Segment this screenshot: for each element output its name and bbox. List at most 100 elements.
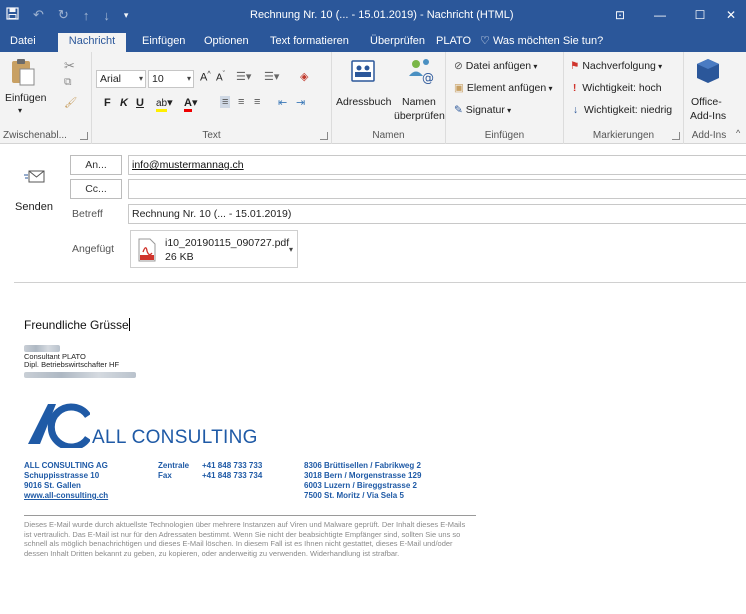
signature-icon: ✎ (454, 104, 463, 116)
flag-icon: ⚑ (570, 60, 580, 72)
paste-button[interactable]: Einfügen (5, 92, 46, 104)
italic-button[interactable]: K (120, 97, 128, 109)
address-book-button[interactable]: Adressbuch (336, 96, 391, 108)
include-group: ⊘ Datei anfügen ▾ ▣ Element anfügen ▾ ✎ … (446, 52, 564, 144)
attach-item-button[interactable]: ▣ Element anfügen ▾ (454, 82, 553, 94)
tab-optionen[interactable]: Optionen (200, 33, 253, 52)
format-painter-icon[interactable]: 🖌 (64, 96, 77, 109)
svg-text:@: @ (422, 71, 434, 84)
company-name: ALL CONSULTING AG (24, 461, 108, 470)
tab-nachricht[interactable]: Nachricht (58, 33, 126, 52)
header-divider (14, 282, 746, 283)
tags-launcher-icon[interactable] (672, 132, 680, 140)
company-city: 9016 St. Gallen (24, 481, 81, 490)
company-website-link[interactable]: www.all-consulting.ch (24, 491, 108, 500)
text-launcher-icon[interactable] (320, 132, 328, 140)
location-item: 8306 Brüttisellen / Fabrikweg 2 (304, 461, 421, 470)
tags-group-label: Markierungen (592, 130, 655, 141)
tab-datei[interactable]: Datei (6, 33, 40, 52)
decrease-indent-icon[interactable]: ⇤ (278, 96, 287, 109)
clipboard-launcher-icon[interactable] (80, 132, 88, 140)
cc-button[interactable]: Cc... (70, 179, 122, 199)
ribbon-display-icon[interactable]: ⊡ (600, 0, 640, 30)
low-importance-button[interactable]: ↓ Wichtigkeit: niedrig (570, 104, 672, 116)
follow-up-button[interactable]: ⚑ Nachverfolgung ▾ (570, 60, 662, 72)
maximize-button[interactable]: ☐ (680, 0, 720, 30)
close-button[interactable]: ✕ (716, 0, 746, 30)
office-locations: 8306 Brüttisellen / Fabrikweg 2 3018 Ber… (304, 461, 421, 501)
tab-einfuegen[interactable]: Einfügen (138, 33, 189, 52)
to-button[interactable]: An... (70, 155, 122, 175)
align-left-icon[interactable]: ≡ (220, 96, 231, 108)
highlight-icon[interactable]: ab▾ (156, 96, 173, 112)
minimize-button[interactable]: — (640, 0, 680, 30)
attachment-chip[interactable]: i10_20190115_090727.pdf 26 KB ▾ (130, 230, 298, 268)
check-names-label-2[interactable]: überprüfen (394, 110, 445, 122)
align-center-icon[interactable]: ≡ (238, 96, 244, 108)
chevron-down-icon: ▾ (655, 62, 663, 71)
office-addins-icon[interactable] (696, 58, 720, 87)
down-arrow-icon[interactable]: ↓ (103, 8, 110, 23)
subject-label: Betreff (72, 208, 103, 220)
chevron-down-icon: ▾ (186, 74, 191, 83)
customize-qat-icon[interactable]: ▾ (124, 10, 129, 21)
chevron-down-icon: ▾ (531, 62, 538, 71)
undo-icon[interactable]: ↶ (33, 7, 44, 23)
pdf-icon (137, 238, 157, 265)
title-bar: ↶ ↻ ↑ ↓ ▾ Rechnung Nr. 10 (... - 15.01.2… (0, 0, 746, 30)
company-logo-icon (26, 400, 91, 451)
to-field[interactable]: info@mustermannag.ch (128, 155, 746, 175)
tab-plato[interactable]: PLATO (432, 33, 475, 52)
text-cursor (128, 318, 130, 331)
subject-field[interactable]: Rechnung Nr. 10 (... - 15.01.2019) (128, 204, 746, 224)
legal-disclaimer: Dieses E-Mail wurde durch aktuellste Tec… (24, 520, 466, 558)
align-right-icon[interactable]: ≡ (254, 96, 260, 108)
font-family-value: Arial (100, 73, 122, 85)
up-arrow-icon[interactable]: ↑ (83, 8, 90, 23)
copy-icon[interactable]: ⧉ (64, 76, 72, 89)
check-names-label-1[interactable]: Namen (402, 96, 436, 108)
redo-icon[interactable]: ↻ (58, 7, 69, 23)
underline-button[interactable]: U (136, 97, 144, 109)
paste-icon[interactable] (8, 57, 38, 90)
cut-icon[interactable]: ✂ (64, 58, 75, 74)
font-size-select[interactable]: 10 ▾ (148, 70, 194, 88)
down-arrow-icon: ↓ (570, 104, 582, 116)
paste-dropdown-icon[interactable]: ▾ (18, 106, 22, 115)
signature-button[interactable]: ✎ Signatur ▾ (454, 104, 511, 116)
high-importance-button[interactable]: ! Wichtigkeit: hoch (570, 82, 662, 94)
increase-indent-icon[interactable]: ⇥ (296, 96, 305, 109)
send-button[interactable]: Senden (10, 155, 58, 217)
attach-file-button[interactable]: ⊘ Datei anfügen ▾ (454, 60, 537, 72)
tab-text-formatieren[interactable]: Text formatieren (266, 33, 353, 52)
send-icon (24, 169, 46, 188)
bold-button[interactable]: F (104, 97, 111, 109)
cc-field[interactable] (128, 179, 746, 199)
chevron-down-icon[interactable]: ▾ (289, 245, 293, 254)
numbering-icon[interactable]: ☰▾ (264, 70, 279, 83)
shrink-font-icon[interactable]: Aˇ (216, 71, 225, 83)
check-names-icon[interactable]: @ (406, 56, 436, 87)
office-addins-label-1[interactable]: Office- (691, 96, 722, 108)
font-color-icon[interactable]: A▾ (184, 96, 197, 112)
clear-format-icon[interactable]: ◈ (300, 70, 308, 83)
greeting-text[interactable]: Freundliche Grüsse (24, 318, 130, 332)
contact-numbers: +41 848 733 733 +41 848 733 734 (202, 461, 262, 481)
grow-font-icon[interactable]: A^ (200, 71, 211, 84)
central-label: Zentrale (158, 461, 190, 470)
font-size-value: 10 (152, 73, 164, 85)
font-family-select[interactable]: Arial ▾ (96, 70, 146, 88)
tab-ueberpruefen[interactable]: Überprüfen (366, 33, 429, 52)
redacted-name (24, 345, 60, 352)
collapse-ribbon-icon[interactable]: ^ (736, 128, 740, 138)
save-icon[interactable] (6, 7, 19, 23)
item-icon: ▣ (454, 82, 464, 94)
tell-me-box[interactable]: ♡ Was möchten Sie tun? (476, 33, 607, 52)
office-addins-label-2[interactable]: Add-Ins (690, 110, 726, 122)
quick-access-toolbar: ↶ ↻ ↑ ↓ ▾ (6, 0, 128, 30)
address-book-icon[interactable] (350, 58, 376, 87)
redacted-email (24, 372, 136, 378)
contact-labels: Zentrale Fax (158, 461, 189, 481)
bullets-icon[interactable]: ☰▾ (236, 70, 251, 83)
recipient-address[interactable]: info@mustermannag.ch (132, 159, 244, 171)
